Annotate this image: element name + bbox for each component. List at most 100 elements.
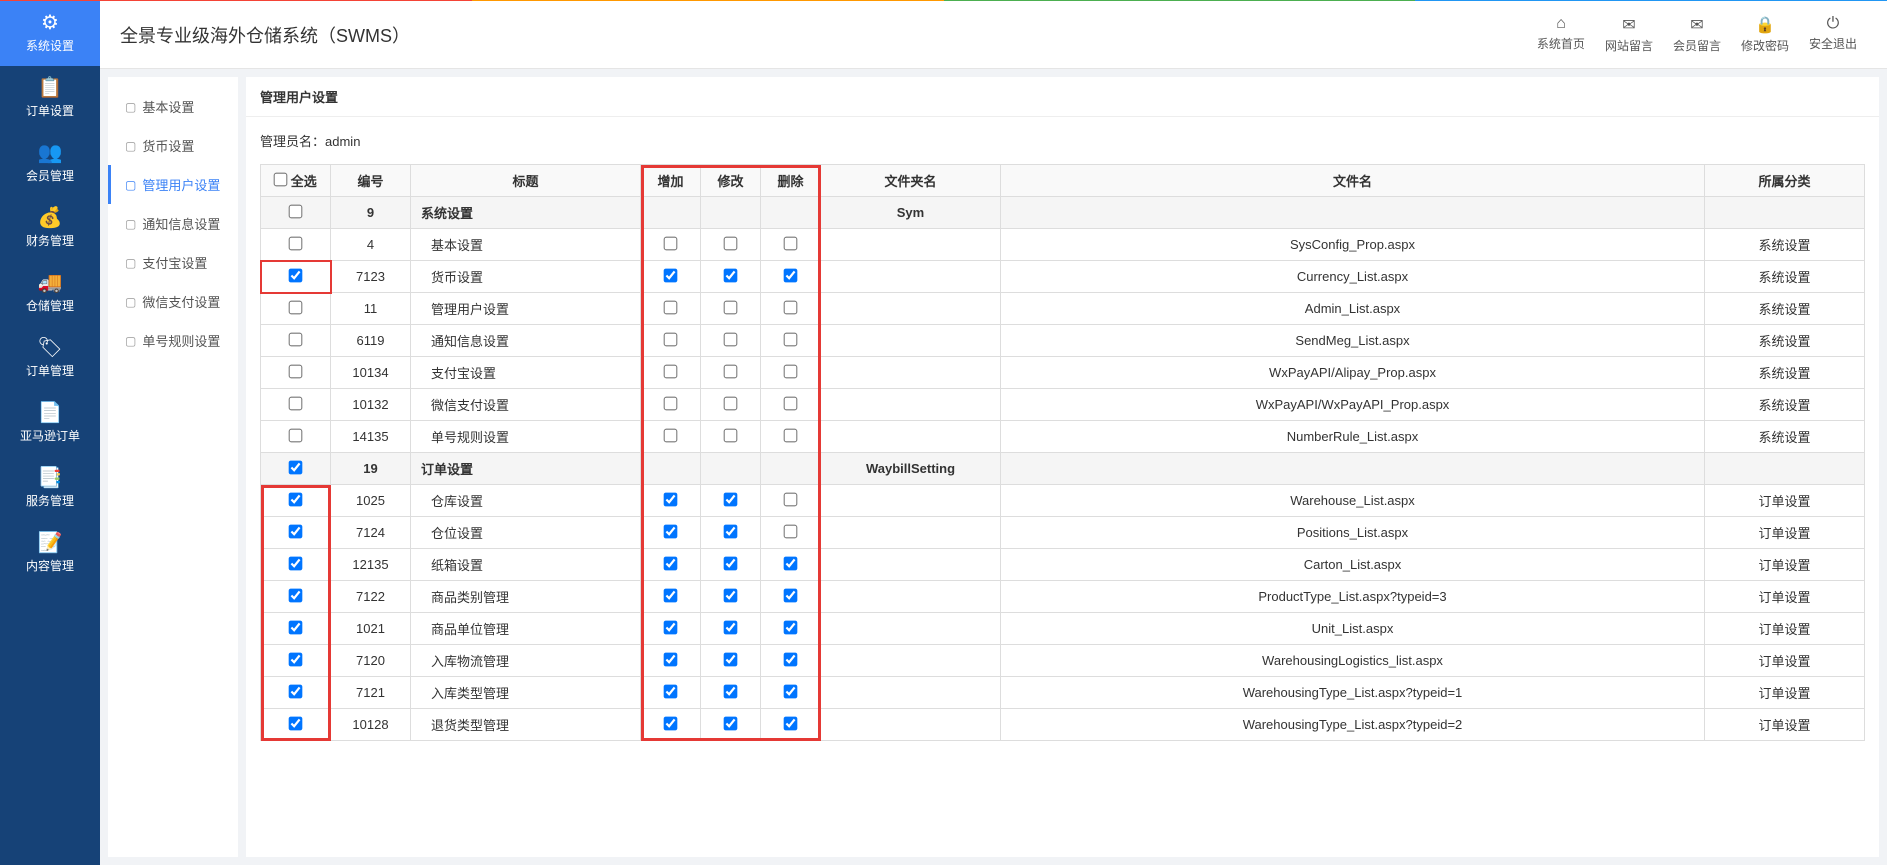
main-nav-item[interactable]: 📋订单设置 (0, 66, 100, 131)
row-select-checkbox[interactable] (289, 204, 303, 218)
main-nav-item[interactable]: 📑服务管理 (0, 456, 100, 521)
sub-nav-item[interactable]: ▢管理用户设置 (108, 165, 238, 204)
perm-edit-checkbox[interactable] (724, 364, 738, 378)
perm-edit-checkbox[interactable] (724, 428, 738, 442)
perm-add-checkbox[interactable] (664, 268, 678, 282)
perm-del-checkbox[interactable] (784, 396, 798, 410)
top-link[interactable]: ✉会员留言 (1663, 15, 1731, 54)
perm-edit-checkbox[interactable] (724, 588, 738, 602)
perm-edit-checkbox[interactable] (724, 268, 738, 282)
perm-add-checkbox[interactable] (664, 620, 678, 634)
top-link[interactable]: ⌂系统首页 (1527, 15, 1595, 54)
main-nav-item[interactable]: ⚙系统设置 (0, 1, 100, 66)
top-link[interactable]: 🔒修改密码 (1731, 15, 1799, 54)
perm-add-checkbox[interactable] (664, 492, 678, 506)
perm-add-checkbox[interactable] (664, 236, 678, 250)
row-select-checkbox[interactable] (289, 428, 303, 442)
perm-del-checkbox[interactable] (784, 492, 798, 506)
row-select-checkbox[interactable] (289, 524, 303, 538)
perm-add-checkbox[interactable] (664, 556, 678, 570)
cell-del (761, 421, 821, 453)
perm-del-checkbox[interactable] (784, 652, 798, 666)
row-select-checkbox[interactable] (289, 652, 303, 666)
perm-add-checkbox[interactable] (664, 332, 678, 346)
select-all-checkbox[interactable] (274, 173, 288, 187)
perm-add-checkbox[interactable] (664, 652, 678, 666)
perm-del-checkbox[interactable] (784, 332, 798, 346)
perm-del-checkbox[interactable] (784, 364, 798, 378)
cell-del (761, 261, 821, 293)
perm-del-checkbox[interactable] (784, 556, 798, 570)
row-select-checkbox[interactable] (289, 716, 303, 730)
sub-nav-item[interactable]: ▢支付宝设置 (108, 243, 238, 282)
perm-edit-checkbox[interactable] (724, 716, 738, 730)
sub-nav-item[interactable]: ▢通知信息设置 (108, 204, 238, 243)
perm-edit-checkbox[interactable] (724, 492, 738, 506)
cell-file: WarehousingLogistics_list.aspx (1001, 645, 1705, 677)
perm-edit-checkbox[interactable] (724, 620, 738, 634)
sub-nav-item[interactable]: ▢微信支付设置 (108, 282, 238, 321)
perm-del-checkbox[interactable] (784, 524, 798, 538)
perm-edit-checkbox[interactable] (724, 524, 738, 538)
main-nav-item[interactable]: 🚚仓储管理 (0, 261, 100, 326)
perm-del-checkbox[interactable] (784, 300, 798, 314)
perm-add-checkbox[interactable] (664, 396, 678, 410)
app-title: 全景专业级海外仓储系统（SWMS） (120, 22, 410, 48)
perm-del-checkbox[interactable] (784, 684, 798, 698)
row-select-checkbox[interactable] (289, 396, 303, 410)
row-select-checkbox[interactable] (289, 364, 303, 378)
perm-add-checkbox[interactable] (664, 716, 678, 730)
sub-nav-item[interactable]: ▢单号规则设置 (108, 321, 238, 360)
cell-edit (701, 325, 761, 357)
cell-id: 12135 (331, 549, 411, 581)
perm-del-checkbox[interactable] (784, 428, 798, 442)
row-select-checkbox[interactable] (289, 236, 303, 250)
row-select-checkbox[interactable] (289, 588, 303, 602)
top-link[interactable]: ✉网站留言 (1595, 15, 1663, 54)
sub-nav-item[interactable]: ▢货币设置 (108, 126, 238, 165)
main-nav-item[interactable]: 📄亚马逊订单 (0, 391, 100, 456)
table-row: 10132微信支付设置WxPayAPI/WxPayAPI_Prop.aspx系统… (261, 389, 1865, 421)
select-all-header[interactable]: 全选 (274, 174, 317, 189)
perm-del-checkbox[interactable] (784, 268, 798, 282)
main-nav-item[interactable]: 💰财务管理 (0, 196, 100, 261)
sub-nav-item[interactable]: ▢基本设置 (108, 87, 238, 126)
perm-edit-checkbox[interactable] (724, 236, 738, 250)
perm-del-checkbox[interactable] (784, 716, 798, 730)
row-select-checkbox[interactable] (289, 492, 303, 506)
perm-edit-checkbox[interactable] (724, 332, 738, 346)
perm-edit-checkbox[interactable] (724, 300, 738, 314)
permissions-table: 全选 编号 标题 增加 修改 删除 文件夹名 文件名 所属分类 (260, 164, 1865, 741)
perm-edit-checkbox[interactable] (724, 684, 738, 698)
perm-add-checkbox[interactable] (664, 588, 678, 602)
row-select-checkbox[interactable] (289, 620, 303, 634)
main-nav-item[interactable]: 🏷订单管理 (0, 326, 100, 391)
perm-edit-checkbox[interactable] (724, 396, 738, 410)
perm-add-checkbox[interactable] (664, 684, 678, 698)
cell-id: 7120 (331, 645, 411, 677)
perm-add-checkbox[interactable] (664, 524, 678, 538)
perm-add-checkbox[interactable] (664, 428, 678, 442)
perm-edit-checkbox[interactable] (724, 556, 738, 570)
document-icon: ▢ (125, 217, 136, 231)
top-link[interactable]: ⏻安全退出 (1799, 15, 1867, 54)
main-nav-item[interactable]: 👥会员管理 (0, 131, 100, 196)
perm-del-checkbox[interactable] (784, 588, 798, 602)
row-select-checkbox[interactable] (289, 684, 303, 698)
perm-edit-checkbox[interactable] (724, 652, 738, 666)
row-select-checkbox[interactable] (289, 556, 303, 570)
row-select-checkbox[interactable] (289, 460, 303, 474)
perm-del-checkbox[interactable] (784, 620, 798, 634)
perm-add-checkbox[interactable] (664, 364, 678, 378)
perm-del-checkbox[interactable] (784, 236, 798, 250)
row-select-checkbox[interactable] (289, 300, 303, 314)
perm-add-checkbox[interactable] (664, 300, 678, 314)
sub-nav-label: 单号规则设置 (142, 331, 220, 350)
main-nav-item[interactable]: 📝内容管理 (0, 521, 100, 586)
cell-folder (821, 389, 1001, 421)
cell-file: WxPayAPI/WxPayAPI_Prop.aspx (1001, 389, 1705, 421)
row-select-checkbox[interactable] (289, 332, 303, 346)
row-select-checkbox[interactable] (289, 268, 303, 282)
nav-label: 订单设置 (26, 104, 74, 118)
cell-id: 11 (331, 293, 411, 325)
